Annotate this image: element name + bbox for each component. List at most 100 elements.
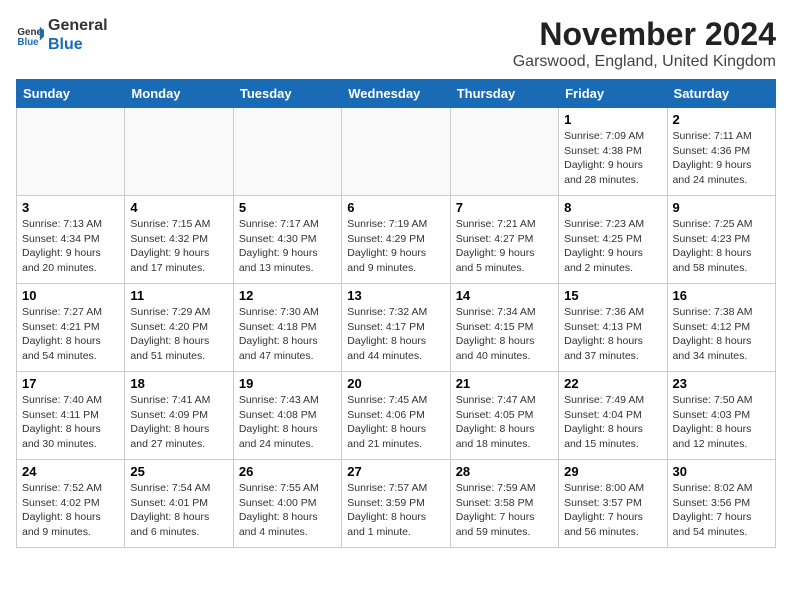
calendar-cell: 13 Sunrise: 7:32 AM Sunset: 4:17 PM Dayli… <box>342 284 450 372</box>
day-number: 2 <box>673 112 770 127</box>
calendar-cell <box>342 108 450 196</box>
day-number: 9 <box>673 200 770 215</box>
day-number: 20 <box>347 376 444 391</box>
day-number: 5 <box>239 200 336 215</box>
day-number: 17 <box>22 376 119 391</box>
calendar-cell: 4 Sunrise: 7:15 AM Sunset: 4:32 PM Daylig… <box>125 196 233 284</box>
weekday-header-row: SundayMondayTuesdayWednesdayThursdayFrid… <box>17 80 776 108</box>
day-info: Sunrise: 7:27 AM Sunset: 4:21 PM Dayligh… <box>22 305 119 364</box>
logo-icon: General Blue <box>16 21 44 49</box>
day-number: 30 <box>673 464 770 479</box>
calendar-cell: 18Sunrise: 7:41 AM Sunset: 4:09 PM Dayli… <box>125 372 233 460</box>
day-info: Sunrise: 8:02 AM Sunset: 3:56 PM Dayligh… <box>673 481 770 540</box>
day-info: Sunrise: 7:38 AM Sunset: 4:12 PM Dayligh… <box>673 305 770 364</box>
calendar-week-row: 10 Sunrise: 7:27 AM Sunset: 4:21 PM Dayli… <box>17 284 776 372</box>
day-number: 11 <box>130 288 227 303</box>
calendar-cell: 20 Sunrise: 7:45 AM Sunset: 4:06 PM Dayli… <box>342 372 450 460</box>
day-number: 22 <box>564 376 661 391</box>
calendar-cell: 24 Sunrise: 7:52 AM Sunset: 4:02 PM Dayli… <box>17 460 125 548</box>
day-info: Sunrise: 7:21 AM Sunset: 4:27 PM Dayligh… <box>456 217 553 276</box>
day-number: 4 <box>130 200 227 215</box>
calendar-week-row: 17 Sunrise: 7:40 AM Sunset: 4:11 PM Dayli… <box>17 372 776 460</box>
calendar-cell: 5 Sunrise: 7:17 AM Sunset: 4:30 PM Daylig… <box>233 196 341 284</box>
calendar-cell: 15Sunrise: 7:36 AM Sunset: 4:13 PM Dayli… <box>559 284 667 372</box>
day-number: 1 <box>564 112 661 127</box>
day-info: Sunrise: 7:30 AM Sunset: 4:18 PM Dayligh… <box>239 305 336 364</box>
calendar-cell <box>450 108 558 196</box>
day-info: Sunrise: 7:19 AM Sunset: 4:29 PM Dayligh… <box>347 217 444 276</box>
day-number: 8 <box>564 200 661 215</box>
day-info: Sunrise: 7:55 AM Sunset: 4:00 PM Dayligh… <box>239 481 336 540</box>
day-number: 21 <box>456 376 553 391</box>
day-number: 24 <box>22 464 119 479</box>
day-number: 16 <box>673 288 770 303</box>
day-number: 12 <box>239 288 336 303</box>
weekday-header-sunday: Sunday <box>17 80 125 108</box>
day-info: Sunrise: 7:41 AM Sunset: 4:09 PM Dayligh… <box>130 393 227 452</box>
weekday-header-tuesday: Tuesday <box>233 80 341 108</box>
day-number: 13 <box>347 288 444 303</box>
day-number: 10 <box>22 288 119 303</box>
day-info: Sunrise: 7:40 AM Sunset: 4:11 PM Dayligh… <box>22 393 119 452</box>
calendar-week-row: 3 Sunrise: 7:13 AM Sunset: 4:34 PM Daylig… <box>17 196 776 284</box>
calendar-week-row: 24 Sunrise: 7:52 AM Sunset: 4:02 PM Dayli… <box>17 460 776 548</box>
day-info: Sunrise: 7:11 AM Sunset: 4:36 PM Dayligh… <box>673 129 770 188</box>
calendar-cell <box>125 108 233 196</box>
day-info: Sunrise: 7:43 AM Sunset: 4:08 PM Dayligh… <box>239 393 336 452</box>
day-number: 14 <box>456 288 553 303</box>
calendar-cell <box>233 108 341 196</box>
day-number: 27 <box>347 464 444 479</box>
calendar-cell: 12 Sunrise: 7:30 AM Sunset: 4:18 PM Dayli… <box>233 284 341 372</box>
day-info: Sunrise: 7:52 AM Sunset: 4:02 PM Dayligh… <box>22 481 119 540</box>
calendar-cell: 25 Sunrise: 7:54 AM Sunset: 4:01 PM Dayli… <box>125 460 233 548</box>
day-info: Sunrise: 7:49 AM Sunset: 4:04 PM Dayligh… <box>564 393 661 452</box>
day-info: Sunrise: 7:13 AM Sunset: 4:34 PM Dayligh… <box>22 217 119 276</box>
day-info: Sunrise: 7:25 AM Sunset: 4:23 PM Dayligh… <box>673 217 770 276</box>
calendar-cell: 7Sunrise: 7:21 AM Sunset: 4:27 PM Daylig… <box>450 196 558 284</box>
svg-text:Blue: Blue <box>17 37 39 48</box>
calendar-cell: 28Sunrise: 7:59 AM Sunset: 3:58 PM Dayli… <box>450 460 558 548</box>
calendar-cell: 11Sunrise: 7:29 AM Sunset: 4:20 PM Dayli… <box>125 284 233 372</box>
calendar-cell: 10 Sunrise: 7:27 AM Sunset: 4:21 PM Dayli… <box>17 284 125 372</box>
day-number: 25 <box>130 464 227 479</box>
weekday-header-friday: Friday <box>559 80 667 108</box>
page-header: General Blue General Blue November 2024 … <box>16 16 776 71</box>
calendar-cell <box>17 108 125 196</box>
calendar-cell: 19 Sunrise: 7:43 AM Sunset: 4:08 PM Dayli… <box>233 372 341 460</box>
weekday-header-saturday: Saturday <box>667 80 775 108</box>
day-info: Sunrise: 7:34 AM Sunset: 4:15 PM Dayligh… <box>456 305 553 364</box>
calendar-cell: 14 Sunrise: 7:34 AM Sunset: 4:15 PM Dayli… <box>450 284 558 372</box>
calendar-cell: 17 Sunrise: 7:40 AM Sunset: 4:11 PM Dayli… <box>17 372 125 460</box>
logo-general: General <box>48 16 108 35</box>
calendar-cell: 23Sunrise: 7:50 AM Sunset: 4:03 PM Dayli… <box>667 372 775 460</box>
weekday-header-thursday: Thursday <box>450 80 558 108</box>
day-info: Sunrise: 7:32 AM Sunset: 4:17 PM Dayligh… <box>347 305 444 364</box>
day-info: Sunrise: 7:57 AM Sunset: 3:59 PM Dayligh… <box>347 481 444 540</box>
calendar-table: SundayMondayTuesdayWednesdayThursdayFrid… <box>16 79 776 548</box>
calendar-cell: 26 Sunrise: 7:55 AM Sunset: 4:00 PM Dayli… <box>233 460 341 548</box>
day-info: Sunrise: 7:45 AM Sunset: 4:06 PM Dayligh… <box>347 393 444 452</box>
day-number: 23 <box>673 376 770 391</box>
day-info: Sunrise: 7:54 AM Sunset: 4:01 PM Dayligh… <box>130 481 227 540</box>
day-info: Sunrise: 7:36 AM Sunset: 4:13 PM Dayligh… <box>564 305 661 364</box>
day-number: 26 <box>239 464 336 479</box>
day-info: Sunrise: 7:47 AM Sunset: 4:05 PM Dayligh… <box>456 393 553 452</box>
day-number: 29 <box>564 464 661 479</box>
day-info: Sunrise: 7:15 AM Sunset: 4:32 PM Dayligh… <box>130 217 227 276</box>
logo: General Blue General Blue <box>16 16 108 54</box>
day-info: Sunrise: 7:17 AM Sunset: 4:30 PM Dayligh… <box>239 217 336 276</box>
day-number: 3 <box>22 200 119 215</box>
day-number: 19 <box>239 376 336 391</box>
day-info: Sunrise: 8:00 AM Sunset: 3:57 PM Dayligh… <box>564 481 661 540</box>
day-info: Sunrise: 7:23 AM Sunset: 4:25 PM Dayligh… <box>564 217 661 276</box>
calendar-cell: 9 Sunrise: 7:25 AM Sunset: 4:23 PM Daylig… <box>667 196 775 284</box>
calendar-week-row: 1Sunrise: 7:09 AM Sunset: 4:38 PM Daylig… <box>17 108 776 196</box>
day-number: 28 <box>456 464 553 479</box>
calendar-cell: 22 Sunrise: 7:49 AM Sunset: 4:04 PM Dayli… <box>559 372 667 460</box>
calendar-cell: 6Sunrise: 7:19 AM Sunset: 4:29 PM Daylig… <box>342 196 450 284</box>
calendar-cell: 30 Sunrise: 8:02 AM Sunset: 3:56 PM Dayli… <box>667 460 775 548</box>
weekday-header-monday: Monday <box>125 80 233 108</box>
calendar-cell: 2 Sunrise: 7:11 AM Sunset: 4:36 PM Daylig… <box>667 108 775 196</box>
calendar-cell: 29 Sunrise: 8:00 AM Sunset: 3:57 PM Dayli… <box>559 460 667 548</box>
calendar-cell: 8 Sunrise: 7:23 AM Sunset: 4:25 PM Daylig… <box>559 196 667 284</box>
